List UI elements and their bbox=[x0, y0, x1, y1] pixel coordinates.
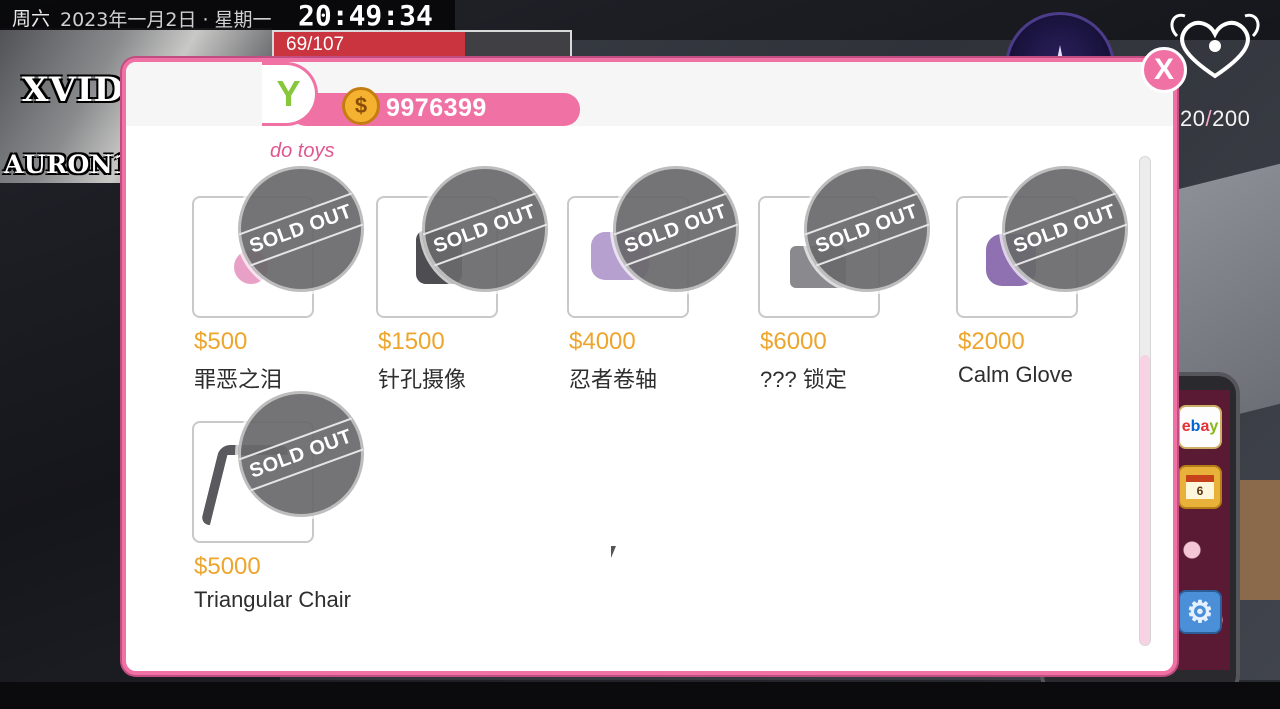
clock-time: 20:49:34 bbox=[298, 0, 433, 32]
game-screen: 20/200 ebay 6 ⚙ XVIDEOS AURON19981 周六 20… bbox=[0, 0, 1280, 709]
sold-out-label: SOLD OUT bbox=[422, 192, 548, 266]
sold-out-badge: SOLD OUT bbox=[422, 166, 548, 292]
money-balance: 9976399 bbox=[386, 94, 487, 122]
affection-counter: 20/200 bbox=[1180, 106, 1250, 132]
item-price: $2000 bbox=[958, 328, 1025, 355]
ebay-letter-a: a bbox=[1200, 418, 1210, 435]
settings-gear-icon[interactable]: ⚙ bbox=[1178, 590, 1222, 634]
sold-out-badge: SOLD OUT bbox=[1002, 166, 1128, 292]
item-name: Triangular Chair bbox=[194, 587, 351, 612]
item-name: ??? 锁定 bbox=[760, 367, 847, 392]
ebay-app-icon[interactable]: ebay bbox=[1178, 405, 1222, 449]
ebay-letter-e: e bbox=[1181, 418, 1191, 435]
sold-out-badge: SOLD OUT bbox=[238, 391, 364, 517]
coin-icon: $ bbox=[342, 87, 380, 125]
counter-max: 200 bbox=[1212, 106, 1251, 131]
sold-out-label: SOLD OUT bbox=[238, 192, 364, 266]
wood-floor bbox=[1235, 480, 1280, 600]
shop-item[interactable]: SOLD OUT $5000 Triangular Chair bbox=[192, 391, 382, 621]
scrollbar-thumb[interactable] bbox=[1140, 355, 1150, 645]
item-name: 罪恶之泪 bbox=[194, 367, 283, 392]
shop-item[interactable]: SOLD OUT $1500 针孔摄像 bbox=[376, 166, 566, 396]
counter-current: 20 bbox=[1180, 106, 1206, 131]
hp-text: 69/107 bbox=[286, 34, 345, 55]
shop-item[interactable]: SOLD OUT $6000 ??? 锁定 bbox=[758, 166, 948, 396]
item-price: $4000 bbox=[569, 328, 636, 355]
shop-category-title: do toys bbox=[270, 140, 335, 162]
shop-item[interactable]: SOLD OUT $2000 Calm Glove bbox=[956, 166, 1146, 396]
ebay-letter-b: b bbox=[1190, 418, 1201, 435]
sold-out-label: SOLD OUT bbox=[1002, 192, 1128, 266]
sold-out-label: SOLD OUT bbox=[613, 192, 739, 266]
item-name: Calm Glove bbox=[958, 362, 1073, 387]
item-price: $6000 bbox=[760, 328, 827, 355]
hp-bar: 69/107 bbox=[272, 30, 572, 58]
close-button[interactable]: X bbox=[1141, 47, 1187, 93]
sold-out-badge: SOLD OUT bbox=[804, 166, 930, 292]
sold-out-badge: SOLD OUT bbox=[613, 166, 739, 292]
shop-item[interactable]: SOLD OUT $500 罪恶之泪 bbox=[192, 166, 382, 396]
sold-out-badge: SOLD OUT bbox=[238, 166, 364, 292]
item-name: 忍者卷轴 bbox=[569, 367, 658, 392]
item-price: $5000 bbox=[194, 553, 261, 580]
mouse-cursor-icon bbox=[611, 546, 616, 558]
ebay-letter-y: y bbox=[1209, 418, 1219, 435]
letterbox-bar bbox=[0, 682, 1280, 709]
sold-out-label: SOLD OUT bbox=[238, 417, 364, 491]
calendar-app-icon[interactable]: 6 bbox=[1178, 465, 1222, 509]
item-price: $1500 bbox=[378, 328, 445, 355]
weekday-label: 周六 bbox=[12, 8, 51, 30]
date-label: 2023年一月2日 · 星期一 bbox=[60, 9, 272, 31]
shop-item[interactable]: SOLD OUT $4000 忍者卷轴 bbox=[567, 166, 757, 396]
item-name: 针孔摄像 bbox=[378, 367, 467, 392]
sold-out-label: SOLD OUT bbox=[804, 192, 930, 266]
item-price: $500 bbox=[194, 328, 248, 355]
calendar-day: 6 bbox=[1186, 475, 1214, 499]
